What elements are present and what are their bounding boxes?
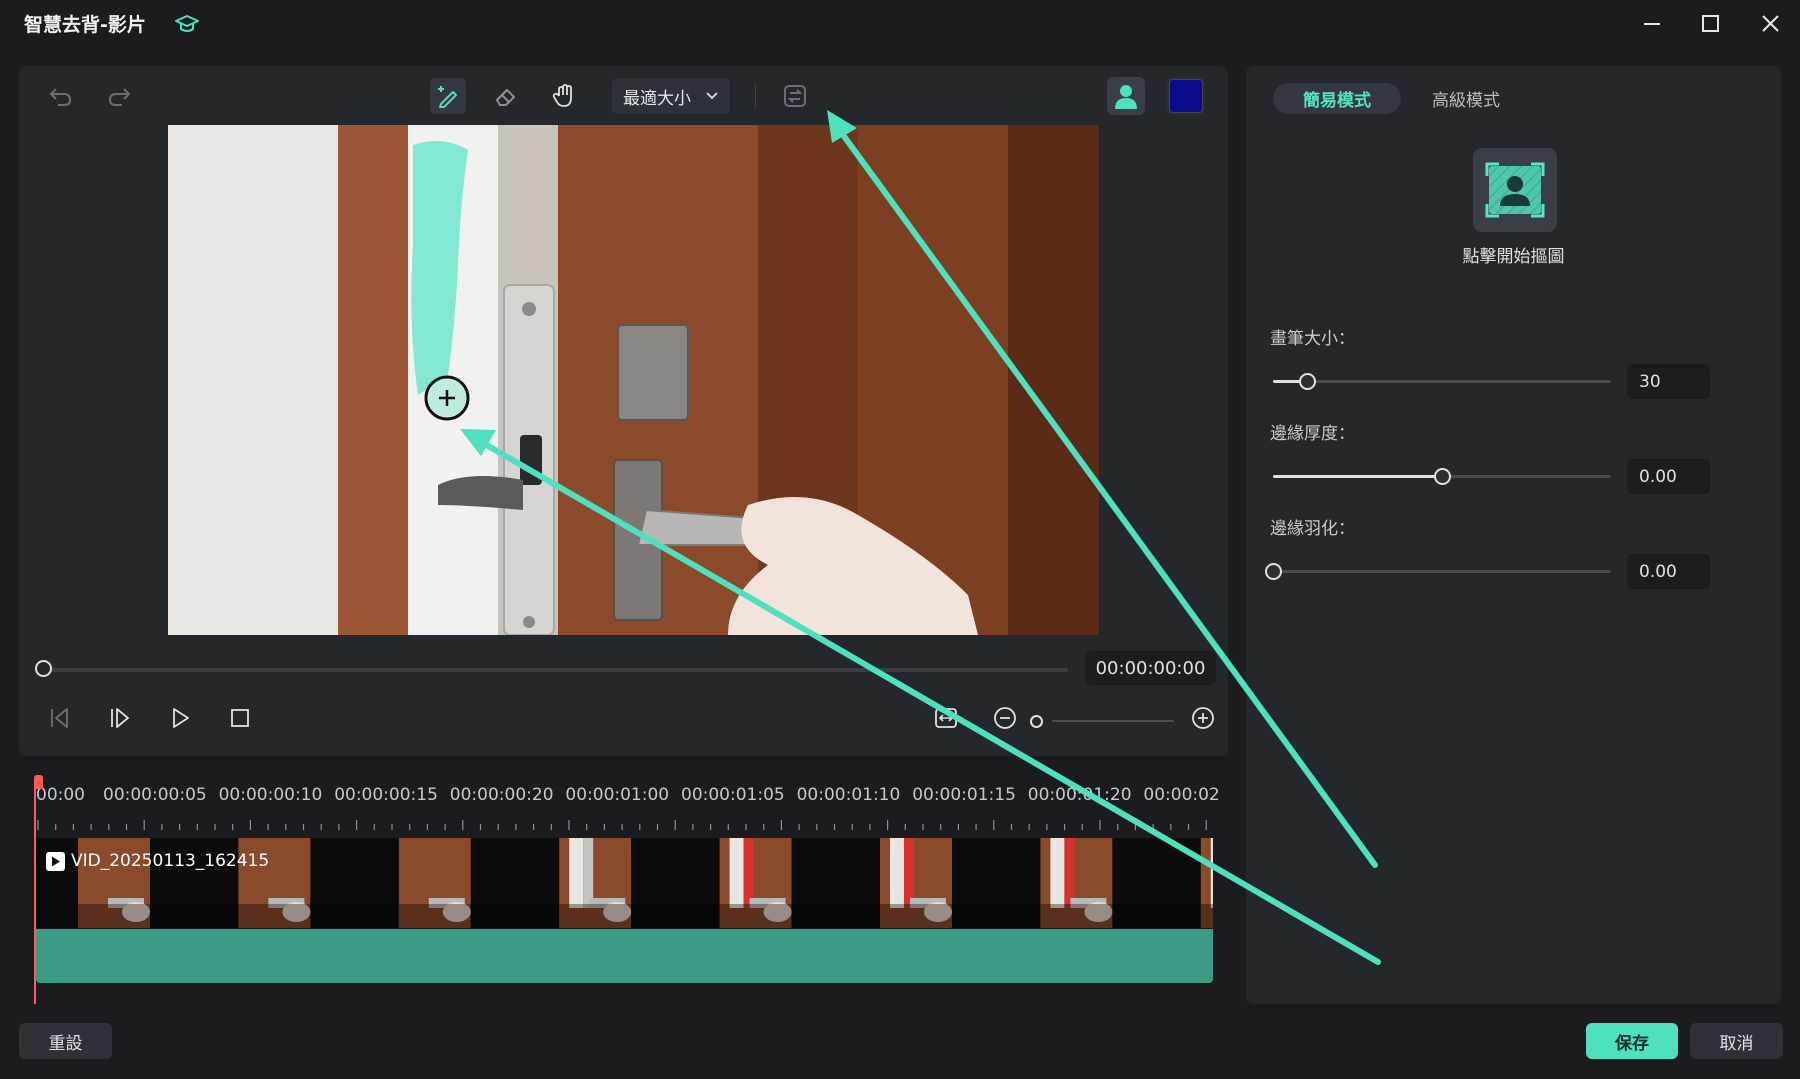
window-title: 智慧去背-影片 (24, 14, 146, 36)
video-preview-canvas[interactable] (168, 125, 1099, 635)
zoom-dropdown[interactable]: 最適大小 (612, 78, 730, 114)
reset-button[interactable]: 重設 (19, 1023, 112, 1059)
timeline-zoom-knob[interactable] (1030, 715, 1043, 728)
slider-knob[interactable] (1298, 373, 1316, 390)
smart-cutout-window: 智慧去背-影片 最適大小 00:00:00:00 00:00 00:00:00:… (0, 0, 1800, 1079)
ruler-label: 00:00:01:05 (681, 785, 785, 805)
magic-brush-icon (438, 86, 457, 108)
eraser-icon (496, 89, 515, 106)
playback-progress-track[interactable] (43, 668, 1068, 672)
undo-icon (49, 88, 72, 106)
fit-timeline-button[interactable] (929, 701, 963, 735)
zoom-dropdown-value: 最適大小 (623, 88, 691, 109)
clip-thumbnail (1200, 838, 1213, 928)
clip-thumbnail (1040, 838, 1201, 928)
clip-label: VID_20250113_162415 (46, 851, 269, 871)
brush-tool-button[interactable] (430, 78, 466, 114)
previous-frame-icon (51, 708, 68, 728)
ruler-label: 00:00:00:05 (103, 785, 207, 805)
stop-button[interactable] (223, 701, 257, 735)
stop-icon (231, 709, 249, 727)
zoom-in-icon (1192, 707, 1214, 729)
undo-button[interactable] (43, 78, 79, 114)
tab-simple-mode[interactable]: 簡易模式 (1273, 83, 1401, 114)
person-view-button[interactable] (1107, 77, 1145, 115)
ruler-label: 00:00:01:15 (912, 785, 1016, 805)
slider-track[interactable] (1265, 563, 1611, 580)
ruler-label: 00:00 (36, 785, 85, 805)
next-frame-icon (111, 708, 129, 728)
slider-value-input[interactable]: 0.00 (1627, 459, 1710, 494)
title-bar: 智慧去背-影片 (0, 0, 1800, 48)
zoom-out-button[interactable] (988, 701, 1022, 735)
play-icon (173, 708, 189, 728)
ruler-label: 00:00:01:00 (565, 785, 670, 805)
ruler-label: 00:00:02 (1143, 785, 1220, 805)
portrait-cutout-icon (1485, 162, 1545, 218)
next-frame-button[interactable] (103, 701, 137, 735)
swap-compare-icon (784, 85, 806, 107)
editor-toolbar: 最適大小 (19, 66, 1228, 124)
hand-icon (552, 84, 572, 107)
zoom-out-icon (994, 707, 1016, 729)
video-clip-icon (46, 851, 65, 871)
slider-track[interactable] (1273, 468, 1611, 485)
ruler-label: 00:00:00:20 (449, 785, 554, 805)
preview-panel: 最適大小 00:00:00:00 (19, 66, 1228, 756)
background-color-button[interactable] (1167, 77, 1205, 115)
slider-value-input[interactable]: 30 (1627, 364, 1710, 399)
ruler-label: 00:00:01:10 (796, 785, 901, 805)
settings-panel: 簡易模式 高級模式 點擊開始摳圖 畫筆大小： 30 邊緣厚度： 0.00 邊緣羽化： 0.… (1246, 66, 1781, 1004)
mask-track-bar[interactable] (36, 929, 1213, 983)
start-cutout-button[interactable] (1473, 148, 1557, 232)
slider-knob[interactable] (1265, 563, 1282, 580)
eraser-tool-button[interactable] (488, 78, 524, 114)
timeline-zoom-track[interactable] (1052, 720, 1174, 722)
chevron-down-icon (706, 92, 718, 100)
playhead-line[interactable] (34, 786, 36, 1004)
slider-label: 邊緣羽化： (1270, 519, 1355, 539)
video-clip-track[interactable]: VID_20250113_162415 (36, 838, 1213, 928)
clip-thumbnail (719, 838, 880, 928)
slider-knob[interactable] (1434, 468, 1451, 485)
ruler-label: 00:00:01:20 (1027, 785, 1132, 805)
clip-thumbnail (398, 838, 560, 928)
compare-button[interactable] (777, 78, 813, 114)
clip-thumbnail (880, 838, 1041, 928)
previous-frame-button[interactable] (43, 701, 77, 735)
maximize-icon[interactable] (1690, 10, 1730, 38)
timecode-display: 00:00:00:00 (1085, 651, 1216, 685)
cancel-button[interactable]: 取消 (1690, 1023, 1783, 1059)
toolbar-divider (755, 84, 756, 108)
play-button[interactable] (163, 701, 197, 735)
hand-tool-button[interactable] (546, 78, 582, 114)
timeline-ticks (37, 820, 1207, 830)
background-color-swatch (1169, 79, 1203, 113)
ruler-label: 00:00:00:10 (218, 785, 323, 805)
slider-value-input[interactable]: 0.00 (1627, 554, 1710, 589)
close-icon[interactable] (1750, 10, 1790, 38)
slider-fill (1273, 475, 1442, 478)
graduation-cap-icon[interactable] (174, 12, 200, 36)
clip-name: VID_20250113_162415 (71, 851, 270, 871)
save-button[interactable]: 保存 (1586, 1023, 1678, 1059)
slider-label: 畫筆大小： (1270, 329, 1355, 349)
redo-icon (108, 88, 131, 106)
slider-track[interactable] (1273, 373, 1611, 390)
person-icon (1115, 85, 1137, 109)
minimize-icon[interactable] (1632, 10, 1672, 38)
fit-width-icon (935, 708, 957, 728)
playback-progress-knob[interactable] (35, 660, 52, 677)
ruler-label: 00:00:00:15 (334, 785, 438, 805)
zoom-in-button[interactable] (1186, 701, 1220, 735)
clip-thumbnail (559, 838, 720, 928)
redo-button[interactable] (101, 78, 137, 114)
tab-advanced-mode[interactable]: 高級模式 (1416, 83, 1516, 114)
start-cutout-label: 點擊開始摳圖 (1462, 247, 1565, 267)
slider-label: 邊緣厚度： (1270, 424, 1355, 444)
